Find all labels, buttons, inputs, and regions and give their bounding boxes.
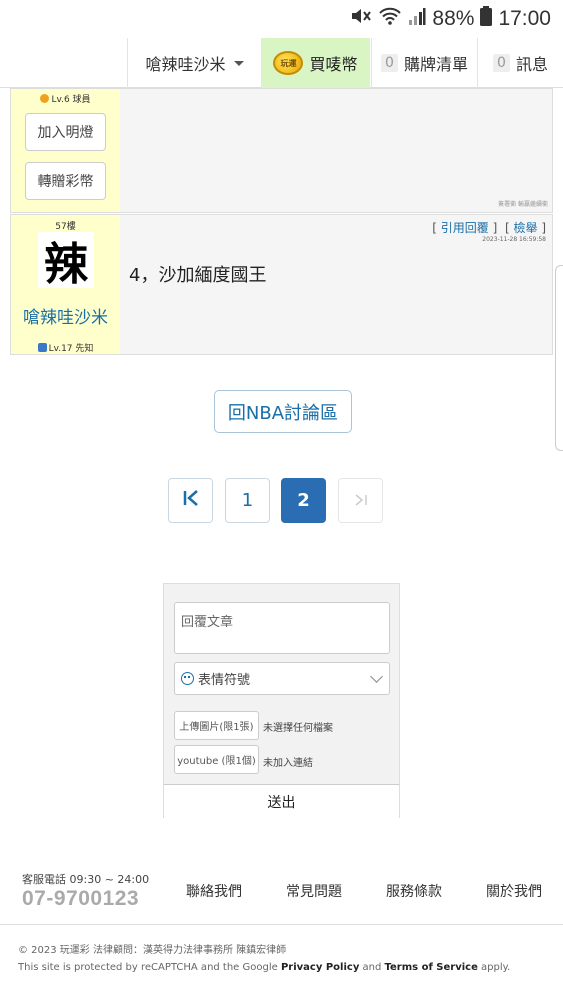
recaptcha-notice: This site is protected by reCAPTCHA and … — [18, 962, 510, 973]
first-page-button[interactable] — [168, 478, 213, 523]
footer-link-about[interactable]: 關於我們 — [486, 881, 542, 901]
status-bar: 88% 17:00 — [0, 0, 563, 38]
chevron-down-icon — [370, 670, 383, 683]
author-level-text: Lv.17 先知 — [48, 344, 94, 354]
coin-icon: 玩運 — [273, 51, 304, 75]
user-menu[interactable]: 嗆辣哇沙米 — [127, 38, 261, 88]
mute-icon — [350, 6, 372, 32]
report-link[interactable]: 檢舉 — [513, 221, 537, 235]
post-author-panel: 57樓 辣 嗆辣哇沙米 Lv.17 先知 — [11, 215, 120, 354]
quote-reply-link[interactable]: 引用回覆 — [441, 221, 489, 235]
upload-image-status: 未選擇任何檔案 — [263, 723, 333, 734]
recaptcha-text: This site is protected by reCAPTCHA and … — [18, 962, 281, 973]
reply-form: 回覆文章 表情符號 上傳圖片(限1張) 未選擇任何檔案 youtube (限1個… — [163, 583, 400, 818]
send-button[interactable]: 送出 — [164, 784, 399, 818]
reply-textarea[interactable]: 回覆文章 — [174, 602, 390, 654]
top-nav: 嗆辣哇沙米 玩運 買唛幣 0 購牌清單 0 訊息 — [0, 38, 563, 88]
messages-button[interactable]: 0 訊息 — [477, 38, 563, 88]
post-57: 57樓 辣 嗆辣哇沙米 Lv.17 先知 [ 引用回覆 ] [ 檢舉 ] 202… — [10, 214, 553, 355]
privacy-policy-link[interactable]: Privacy Policy — [281, 962, 359, 973]
emoji-select[interactable]: 表情符號 — [174, 662, 390, 695]
post-author-panel: Lv.6 球員 加入明燈 轉贈彩幣 — [11, 89, 120, 212]
buy-coin-label: 買唛幣 — [309, 55, 358, 74]
first-page-icon — [182, 490, 200, 511]
emoji-select-label: 表情符號 — [198, 673, 251, 688]
recaptcha-and: and — [359, 962, 385, 973]
battery-percent: 88% — [432, 7, 475, 30]
purchase-list-label: 購牌清單 — [403, 55, 468, 74]
post-content: 4，沙加緬度國王 — [129, 265, 267, 286]
recaptcha-apply: apply. — [477, 962, 511, 973]
author-level-text: Lv.6 球員 — [51, 95, 91, 105]
copyright: © 2023 玩運彩 法律顧問：漢英得力法律事務所 陳鎮宏律師 — [18, 945, 287, 956]
purchase-list-button[interactable]: 0 購牌清單 — [371, 38, 477, 88]
post-actions: [ 引用回覆 ] [ 檢舉 ] — [432, 221, 546, 235]
author-name[interactable]: 嗆辣哇沙米 — [11, 303, 120, 328]
caret-down-icon — [233, 60, 244, 66]
scroll-handle[interactable] — [555, 265, 563, 451]
level-badge-icon — [40, 94, 50, 103]
purchase-list-count: 0 — [381, 54, 398, 72]
page-1-button[interactable]: 1 — [225, 478, 270, 523]
signal-icon — [408, 6, 426, 32]
author-level: Lv.17 先知 — [11, 341, 120, 354]
messages-count: 0 — [493, 54, 510, 72]
youtube-link-button[interactable]: youtube (限1個) — [174, 745, 259, 774]
last-page-icon — [354, 490, 368, 511]
wifi-icon — [378, 6, 402, 32]
back-to-nba-board-button[interactable]: 回NBA討論區 — [214, 390, 352, 433]
footer-link-terms[interactable]: 服務條款 — [386, 881, 442, 901]
post-timestamp: 2023-11-28 16:59:58 — [482, 236, 546, 243]
messages-label: 訊息 — [515, 55, 548, 74]
avatar[interactable]: 辣 — [38, 232, 94, 290]
clock: 17:00 — [498, 7, 551, 30]
footer-links-bar: 客服電話 09:30 ~ 24:00 07-9700123 聯絡我們 常見問題 … — [0, 855, 563, 925]
gift-coins-button[interactable]: 轉贈彩幣 — [25, 162, 106, 200]
post-previous: Lv.6 球員 加入明燈 轉贈彩幣 簽署衝 輸贏繼續衝 — [10, 88, 553, 213]
smiley-icon — [181, 672, 194, 685]
buy-coin-button[interactable]: 玩運 買唛幣 — [261, 38, 370, 88]
author-level: Lv.6 球員 — [11, 92, 120, 105]
level-badge-icon — [37, 343, 47, 352]
user-menu-label: 嗆辣哇沙米 — [145, 55, 226, 74]
footer-link-faq[interactable]: 常見問題 — [286, 881, 342, 901]
post-signature: 簽署衝 輸贏繼續衝 — [498, 201, 548, 208]
status-icons: 88% 17:00 — [350, 6, 551, 32]
page-2-button[interactable]: 2 — [281, 478, 326, 523]
battery-icon — [480, 6, 493, 32]
add-spotlight-button[interactable]: 加入明燈 — [25, 113, 106, 151]
footer-link-contact[interactable]: 聯絡我們 — [186, 881, 242, 901]
hotline-label: 客服電話 09:30 ~ 24:00 — [22, 873, 150, 886]
upload-image-button[interactable]: 上傳圖片(限1張) — [174, 711, 259, 740]
terms-of-service-link[interactable]: Terms of Service — [385, 962, 478, 973]
last-page-button[interactable] — [338, 478, 383, 523]
hotline-number[interactable]: 07-9700123 — [22, 887, 139, 911]
youtube-link-status: 未加入連結 — [263, 758, 313, 769]
